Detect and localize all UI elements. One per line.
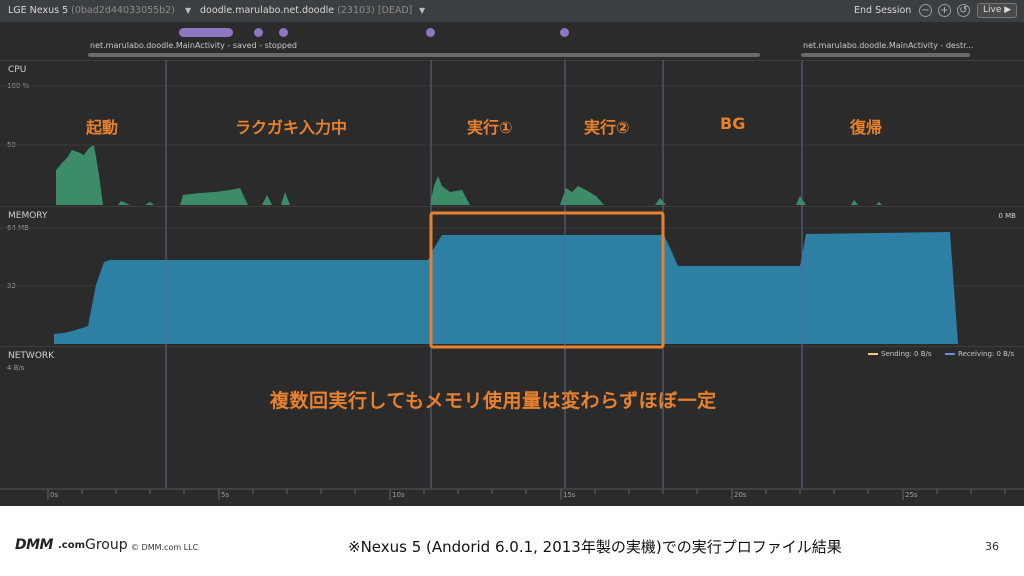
cpu-area <box>655 198 666 205</box>
sending-legend: Sending: 0 B/s <box>881 350 932 358</box>
phase-label-run2: 実行② <box>584 118 630 137</box>
receiving-legend: Receiving: 0 B/s <box>958 350 1014 358</box>
phase-label-doodle: ラクガキ入力中 <box>235 118 348 137</box>
slide-caption: ※Nexus 5 (Andorid 6.0.1, 2013年製の実機)での実行プ… <box>348 538 842 556</box>
timeline-label: 20s <box>734 491 747 499</box>
dmm-logo-com: .com <box>58 540 86 551</box>
cpu-area <box>180 188 248 205</box>
cpu-area <box>560 186 604 205</box>
cpu-area <box>876 202 882 205</box>
memory-area <box>54 232 958 344</box>
cpu-area <box>281 192 290 205</box>
cpu-area <box>145 202 154 205</box>
phase-label-bg: BG <box>720 114 746 133</box>
cpu-area <box>262 195 272 205</box>
page-number: 36 <box>985 540 999 553</box>
cpu-area <box>56 145 103 205</box>
timeline-label: 5s <box>221 491 230 499</box>
dmm-logo: DMM <box>15 537 53 553</box>
dmm-logo-group: Group <box>85 537 128 553</box>
sending-legend-swatch <box>868 353 878 355</box>
phase-label-startup: 起動 <box>86 118 119 137</box>
copyright: © DMM.com LLC <box>131 543 199 552</box>
timeline-label: 0s <box>50 491 59 499</box>
memory-note: 複数回実行してもメモリ使用量は変わらずほぼ一定 <box>270 390 717 412</box>
timeline-ticks <box>47 489 1006 500</box>
cpu-area <box>851 200 858 205</box>
phase-label-run1: 実行① <box>467 118 513 137</box>
timeline-label: 15s <box>563 491 576 499</box>
timeline-label: 25s <box>905 491 918 499</box>
cpu-area <box>430 176 470 205</box>
profiler-charts <box>0 60 1024 500</box>
receiving-legend-swatch <box>945 353 955 355</box>
phase-label-resume: 復帰 <box>850 118 883 137</box>
cpu-area <box>796 196 806 205</box>
cpu-area <box>118 201 130 205</box>
timeline-label: 10s <box>392 491 405 499</box>
